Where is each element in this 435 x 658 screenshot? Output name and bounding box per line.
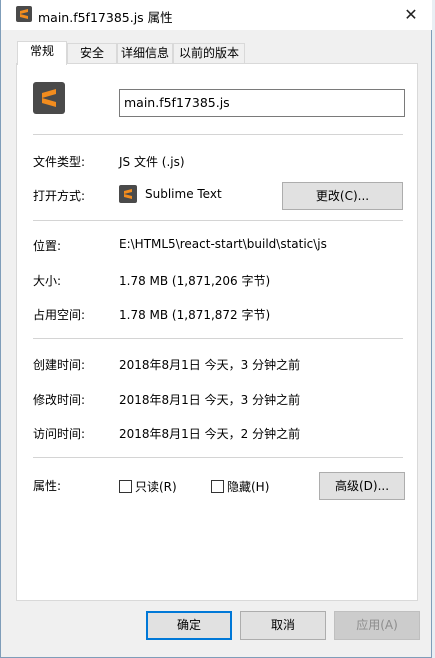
sublime-text-icon (119, 185, 137, 203)
readonly-label: 只读(R) (135, 480, 177, 494)
checkbox-box[interactable] (119, 480, 132, 493)
tab-previous-versions[interactable]: 以前的版本 (173, 43, 245, 64)
hidden-label: 隐藏(H) (227, 480, 270, 494)
file-type-label: 文件类型: (33, 155, 86, 169)
divider (33, 457, 403, 458)
modified-label: 修改时间: (33, 393, 86, 407)
checkbox-box[interactable] (211, 480, 224, 493)
accessed-value: 2018年8月1日 今天，2 分钟之前 (119, 427, 301, 441)
general-tab-panel: main.f5f17385.js 文件类型: JS 文件 (.js) 打开方式:… (16, 63, 418, 601)
sublime-text-icon (33, 82, 65, 114)
divider (33, 220, 403, 221)
apply-button[interactable]: 应用(A) (334, 611, 420, 640)
size-value: 1.78 MB (1,871,206 字节) (119, 274, 271, 288)
tab-details[interactable]: 详细信息 (117, 43, 173, 64)
created-value: 2018年8月1日 今天，3 分钟之前 (119, 358, 301, 372)
change-button[interactable]: 更改(C)... (282, 182, 403, 210)
size-label: 大小: (33, 274, 62, 288)
advanced-button[interactable]: 高级(D)... (319, 472, 405, 500)
modified-value: 2018年8月1日 今天，3 分钟之前 (119, 393, 301, 407)
disk-size-label: 占用空间: (33, 308, 86, 322)
file-type-value: JS 文件 (.js) (119, 155, 185, 169)
ok-button[interactable]: 确定 (146, 611, 232, 640)
accessed-label: 访问时间: (33, 427, 86, 441)
opens-with-label: 打开方式: (33, 189, 86, 203)
tab-general[interactable]: 常规 (17, 41, 67, 65)
cancel-button[interactable]: 取消 (240, 611, 326, 640)
readonly-checkbox[interactable]: 只读(R) (119, 480, 177, 494)
properties-dialog: main.f5f17385.js 属性 ✕ 常规 安全 详细信息 以前的版本 m… (0, 0, 432, 658)
title-bar[interactable]: main.f5f17385.js 属性 ✕ (1, 0, 432, 30)
hidden-checkbox[interactable]: 隐藏(H) (211, 480, 269, 494)
location-label: 位置: (33, 239, 62, 253)
divider (33, 134, 403, 135)
created-label: 创建时间: (33, 358, 86, 372)
tab-security[interactable]: 安全 (67, 43, 117, 64)
file-name-field[interactable]: main.f5f17385.js (119, 89, 405, 117)
sublime-text-icon (16, 6, 32, 22)
opens-with-value: Sublime Text (145, 187, 222, 201)
window-title: main.f5f17385.js 属性 (38, 10, 173, 25)
attributes-label: 属性: (33, 479, 62, 493)
close-icon[interactable]: ✕ (400, 4, 422, 26)
disk-size-value: 1.78 MB (1,871,872 字节) (119, 308, 271, 322)
divider (33, 338, 403, 339)
location-value: E:\HTML5\react-start\build\static\js (119, 237, 327, 251)
